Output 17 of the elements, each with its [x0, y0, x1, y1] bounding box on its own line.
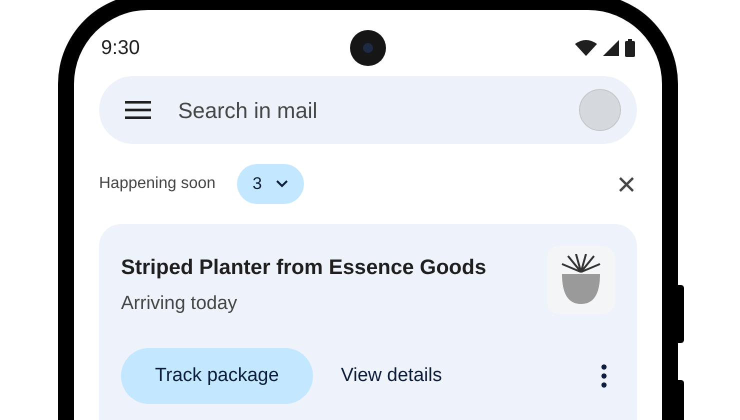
- battery-icon: [625, 39, 635, 57]
- card-subtitle: Arriving today: [121, 292, 238, 316]
- card-title: Striped Planter from Essence Goods: [121, 255, 486, 281]
- more-options-icon[interactable]: [601, 364, 607, 388]
- track-button[interactable]: Track package: [121, 348, 313, 404]
- chevron-down-icon: [276, 180, 288, 188]
- count-chip[interactable]: 3: [236, 164, 304, 204]
- status-time: 9:30: [101, 36, 141, 61]
- section-label: Happening soon: [99, 174, 216, 194]
- close-icon[interactable]: [619, 176, 634, 192]
- menu-icon[interactable]: [125, 101, 151, 119]
- details-button[interactable]: View details: [312, 348, 470, 404]
- signal-icon: [603, 40, 619, 56]
- search-bar[interactable]: Search in mail: [99, 76, 637, 144]
- search-field[interactable]: Search in mail: [178, 94, 579, 126]
- wifi-icon: [575, 40, 597, 56]
- camera-hole: [350, 30, 386, 66]
